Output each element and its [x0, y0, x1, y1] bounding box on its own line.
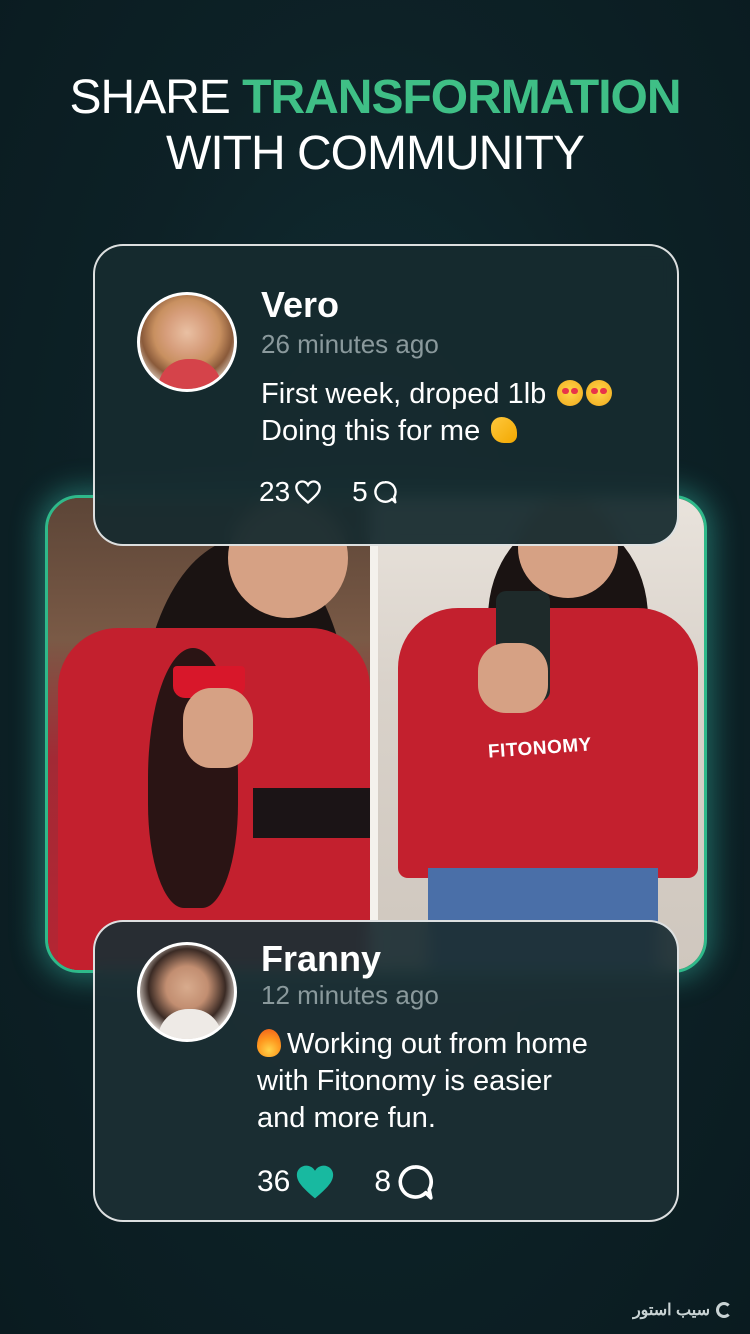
post-author[interactable]: Franny — [261, 938, 381, 980]
before-photo — [48, 498, 370, 970]
after-hand — [478, 643, 548, 713]
headline-line-2: WITH COMMUNITY — [166, 127, 585, 180]
headline-prefix: SHARE — [69, 71, 243, 124]
post-text: First week, droped 1lb Doing this for me — [261, 376, 661, 450]
after-photo: FITONOMY — [378, 498, 704, 970]
heart-outline-icon — [295, 480, 321, 505]
comment-bubble-icon — [373, 481, 397, 504]
transformation-photo-card[interactable]: FITONOMY — [45, 495, 707, 973]
before-hand — [183, 688, 253, 768]
heart-eyes-emoji-icon — [586, 380, 613, 406]
avatar[interactable] — [137, 942, 237, 1042]
photo-divider — [370, 498, 378, 970]
avatar[interactable] — [137, 292, 237, 392]
headline: SHARE TRANSFORMATION WITH COMMUNITY — [0, 70, 750, 182]
like-button[interactable]: 23 — [259, 476, 322, 508]
watermark-text: سیب استور — [632, 1302, 710, 1319]
post-stats: 23 5 — [259, 476, 428, 508]
post-text-line: First week, droped 1lb — [261, 376, 661, 413]
avatar-shirt — [158, 359, 222, 389]
headline-accent: TRANSFORMATION — [242, 71, 681, 124]
post-stats: 36 8 — [257, 1162, 473, 1202]
headline-line-1: SHARE TRANSFORMATION — [0, 70, 750, 126]
store-watermark: سیب استور — [633, 1300, 732, 1320]
heart-filled-icon — [297, 1165, 334, 1199]
comment-button[interactable]: 5 — [352, 476, 398, 508]
fire-emoji-icon — [257, 1029, 281, 1057]
post-author[interactable]: Vero — [261, 284, 339, 326]
post-card-vero[interactable]: Vero 26 minutes ago First week, droped 1… — [93, 244, 679, 546]
post-text-line: Doing this for me — [261, 413, 661, 450]
comment-count: 8 — [374, 1165, 392, 1198]
before-belt — [253, 788, 370, 838]
post-text-line: Working out from home — [257, 1026, 657, 1063]
post-text-line-3: and more fun. — [257, 1102, 436, 1134]
heart-eyes-emoji-icon — [557, 380, 584, 406]
post-timestamp: 12 minutes ago — [261, 980, 439, 1010]
flexed-bicep-emoji-icon — [491, 417, 518, 443]
post-text-line-1: Working out from home — [287, 1028, 588, 1060]
store-logo-icon — [716, 1302, 732, 1318]
post-card-franny[interactable]: Franny 12 minutes ago Working out from h… — [93, 920, 679, 1222]
like-count: 23 — [259, 476, 291, 507]
post-text-line-1: First week, droped 1lb — [261, 378, 547, 410]
comment-button[interactable]: 8 — [374, 1162, 435, 1202]
post-text: Working out from home with Fitonomy is e… — [257, 1026, 657, 1137]
like-count: 36 — [257, 1165, 291, 1198]
avatar-shirt — [158, 1009, 222, 1039]
comment-count: 5 — [352, 476, 368, 507]
post-text-line-2: Doing this for me — [261, 415, 481, 447]
post-text-line-2: with Fitonomy is easier — [257, 1065, 552, 1097]
comment-bubble-icon — [398, 1165, 434, 1200]
like-button[interactable]: 36 — [257, 1163, 336, 1201]
post-timestamp: 26 minutes ago — [261, 329, 439, 359]
